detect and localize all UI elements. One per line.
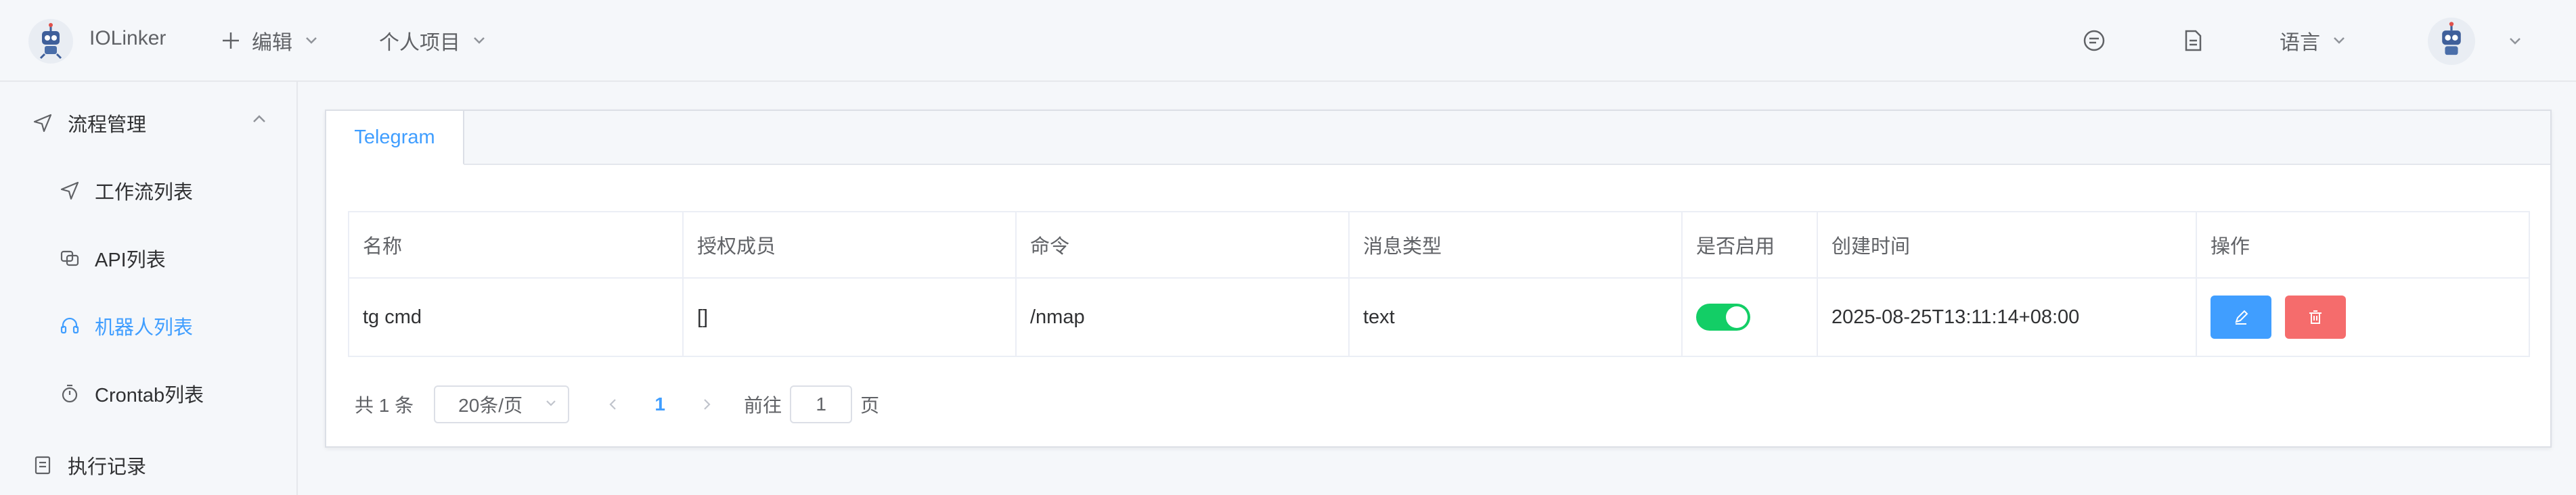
page-number-current[interactable]: 1 [640, 394, 680, 415]
api-icon [58, 247, 81, 270]
chevron-down-icon [306, 37, 317, 44]
document-icon [31, 454, 54, 477]
cell-enabled [1683, 279, 1818, 356]
project-menu-label: 个人项目 [379, 32, 460, 54]
sidebar-group-flow[interactable]: 流程管理 [31, 109, 146, 137]
send-icon [31, 112, 54, 135]
chevron-down-icon[interactable] [2508, 37, 2522, 46]
column-header: 消息类型 [1350, 212, 1683, 277]
sidebar-item-bots[interactable]: 机器人列表 [58, 312, 193, 340]
table-header-row: 名称 授权成员 命令 消息类型 是否启用 创建时间 操作 [349, 212, 2529, 279]
table-row: tg cmd [] /nmap text 2025-08-25T13:11:14… [349, 279, 2529, 356]
pagination-total: 共 1 条 [355, 395, 414, 416]
column-header: 创建时间 [1818, 212, 2197, 277]
language-menu[interactable]: 语言 [2280, 26, 2346, 55]
cell-created: 2025-08-25T13:11:14+08:00 [1818, 279, 2197, 356]
cell-msg-type: text [1350, 279, 1683, 356]
edit-menu-label: 编辑 [252, 32, 292, 54]
page-size-value: 20条/页 [458, 395, 523, 416]
chevron-left-icon [609, 399, 616, 410]
chat-icon[interactable] [2082, 28, 2106, 53]
headset-icon [58, 314, 81, 337]
cell-members: [] [684, 279, 1017, 356]
sidebar-item-label: Crontab列表 [95, 385, 204, 406]
column-header: 名称 [349, 212, 684, 277]
document-icon[interactable] [2181, 28, 2205, 53]
sidebar-item-label: 工作流列表 [95, 182, 194, 204]
toggle-knob [1726, 306, 1748, 328]
page-size-select[interactable]: 20条/页 [434, 385, 570, 423]
column-header: 命令 [1017, 212, 1350, 277]
column-header: 操作 [2211, 236, 2250, 258]
prev-page-button[interactable] [599, 385, 626, 423]
chevron-right-icon [704, 399, 711, 410]
enabled-toggle[interactable] [1696, 304, 1750, 331]
goto-page-input[interactable]: 1 [790, 385, 853, 423]
tab-bar: Telegram [326, 111, 2550, 165]
sidebar-group-exec-label: 执行记录 [68, 456, 147, 478]
pagination: 共 1 条 20条/页 1 前往 1 页 [355, 385, 879, 423]
next-page-button[interactable] [694, 385, 721, 423]
project-menu[interactable]: 个人项目 [379, 26, 486, 55]
tab-telegram[interactable]: Telegram [326, 111, 464, 165]
delete-button[interactable] [2285, 296, 2346, 339]
edit-button[interactable] [2211, 296, 2271, 339]
robot-logo-icon[interactable] [28, 19, 73, 64]
chevron-up-icon[interactable] [252, 114, 267, 124]
sidebar-item-crontab[interactable]: Crontab列表 [58, 379, 204, 408]
goto-suffix: 页 [860, 395, 880, 416]
send-icon [58, 179, 81, 202]
trash-icon [2309, 310, 2322, 324]
timer-icon [58, 382, 81, 405]
column-header: 授权成员 [684, 212, 1017, 277]
sidebar: 流程管理 工作流列表 API列表 机器人列表 Crontab列表 执行记录 [0, 82, 298, 495]
sidebar-item-workflow[interactable]: 工作流列表 [58, 176, 193, 205]
cell-name: tg cmd [349, 279, 684, 356]
sidebar-group-flow-label: 流程管理 [68, 114, 147, 136]
sidebar-group-exec[interactable]: 执行记录 [31, 451, 146, 479]
cell-command: /nmap [1017, 279, 1350, 356]
chevron-down-icon [474, 37, 485, 44]
language-label: 语言 [2280, 32, 2320, 54]
cell-actions [2197, 279, 2529, 356]
column-header: 是否启用 [1683, 212, 1818, 277]
top-header: IOLinker 编辑 个人项目 语言 [0, 0, 2576, 82]
chevron-down-icon [546, 400, 556, 406]
edit-icon [2235, 310, 2248, 325]
sidebar-item-api[interactable]: API列表 [58, 244, 166, 273]
chevron-down-icon [2334, 37, 2345, 44]
edit-menu[interactable]: 编辑 [221, 26, 318, 55]
sidebar-item-label: 机器人列表 [95, 317, 194, 339]
plus-icon [223, 32, 239, 49]
brand-name: IOLinker [89, 27, 166, 49]
bot-list-card: Telegram 名称 授权成员 命令 消息类型 是否启用 创建时间 操作 tg… [325, 110, 2552, 448]
goto-prefix: 前往 [744, 395, 782, 416]
sidebar-item-label: API列表 [95, 250, 166, 271]
bot-table: 名称 授权成员 命令 消息类型 是否启用 创建时间 操作 tg cmd [] /… [348, 211, 2530, 357]
avatar[interactable] [2428, 18, 2475, 65]
